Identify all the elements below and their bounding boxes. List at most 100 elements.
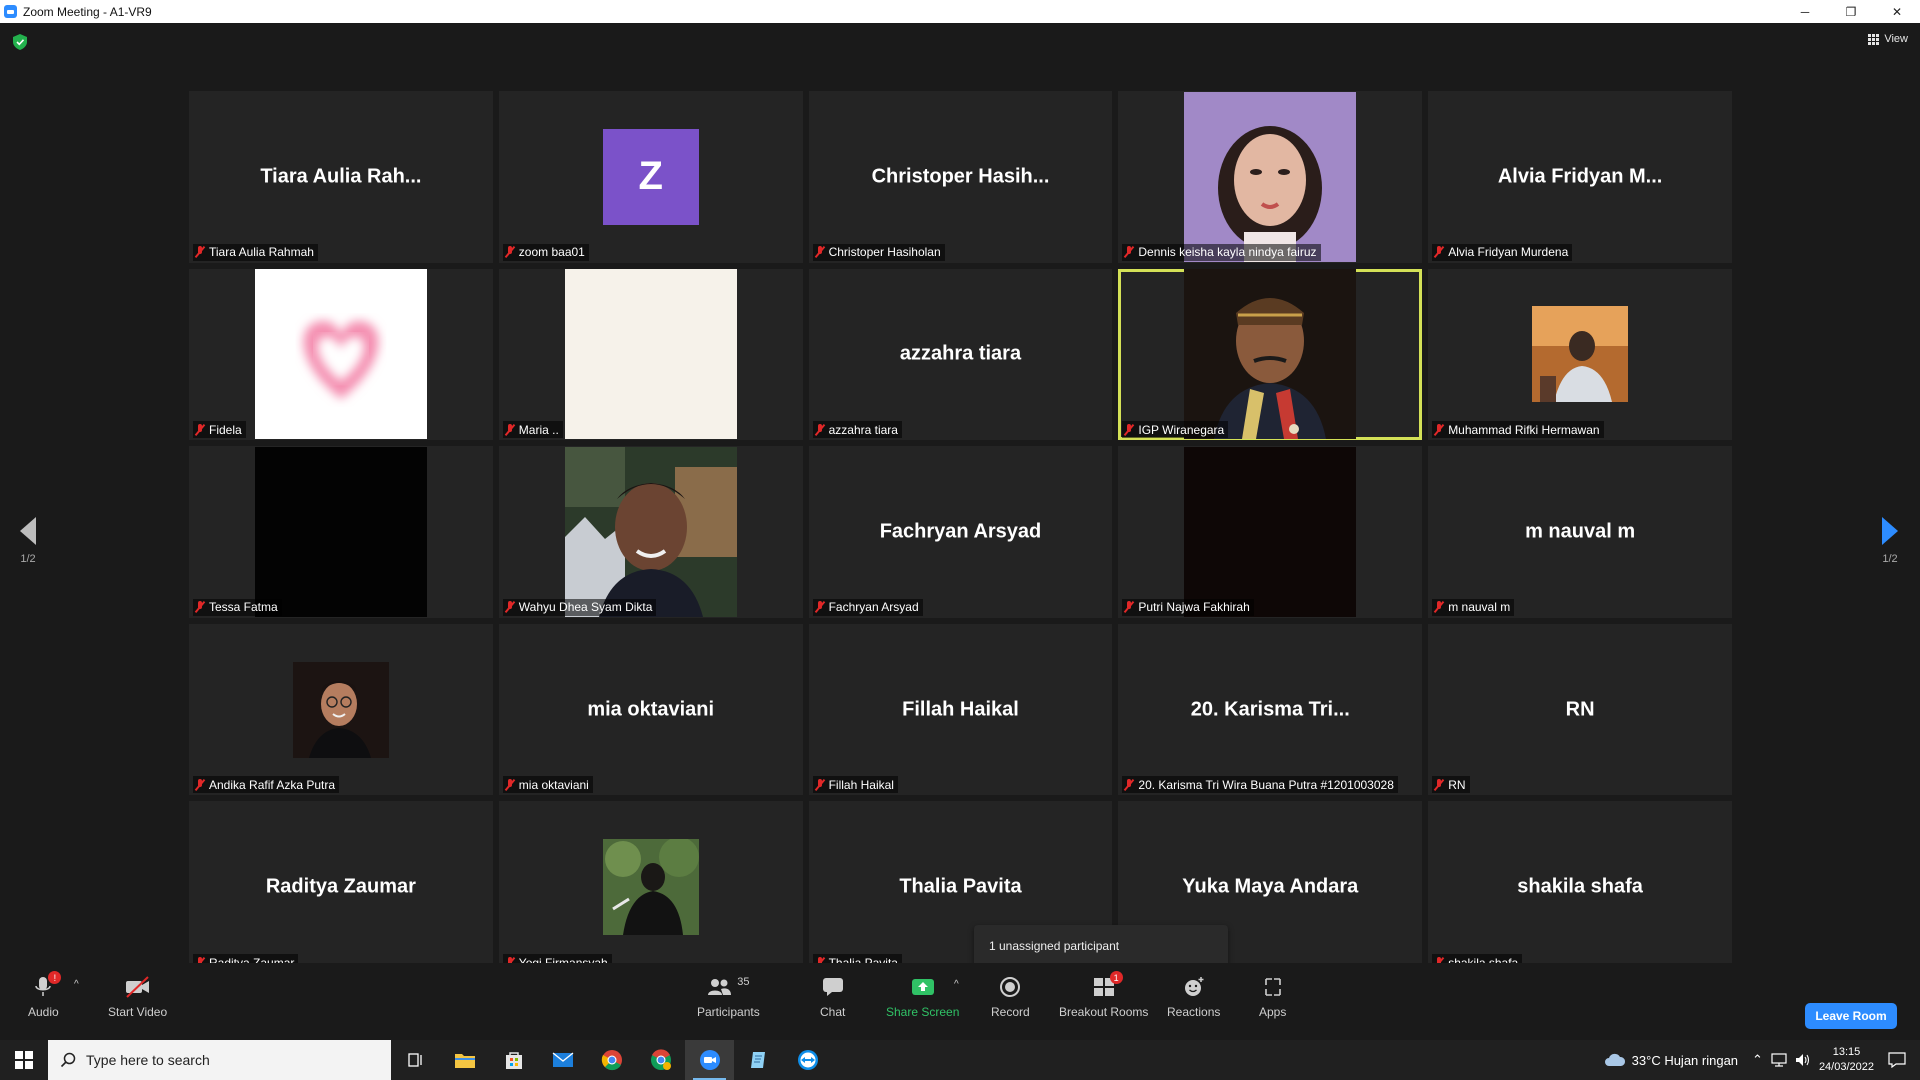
notifications-icon[interactable] [1888, 1052, 1906, 1068]
participant-tile[interactable]: Christoper Hasih... Christoper Hasiholan [808, 91, 1113, 263]
volume-icon[interactable] [1795, 1053, 1811, 1067]
participant-tile[interactable]: Dennis keisha kayla nindya fairuz [1118, 91, 1423, 263]
participant-name: Dennis keisha kayla nindya fairuz [1138, 245, 1317, 260]
participant-display-name: Raditya Zaumar [265, 875, 416, 898]
mail-app[interactable] [538, 1040, 587, 1080]
taskbar-clock[interactable]: 13:15 24/03/2022 [1819, 1045, 1874, 1075]
start-video-button[interactable]: Start Video [108, 973, 167, 1019]
participant-name: Fillah Haikal [828, 777, 894, 792]
file-explorer-app[interactable] [440, 1040, 489, 1080]
mic-muted-icon [1434, 778, 1444, 791]
participant-tile[interactable]: Maria .. [498, 268, 803, 441]
encryption-shield-icon[interactable] [13, 34, 27, 50]
close-button[interactable]: ✕ [1874, 0, 1920, 23]
clock-time: 13:15 [1832, 1046, 1861, 1058]
notepad-app[interactable] [734, 1040, 783, 1080]
participant-tile[interactable]: Fillah Haikal Fillah Haikal [808, 623, 1113, 796]
mic-muted-icon [1124, 601, 1134, 613]
audio-label: Audio [28, 1005, 59, 1019]
view-button[interactable]: View [1868, 33, 1908, 45]
participant-tile[interactable]: Tiara Aulia Rah... Tiara Aulia Rahmah [189, 91, 493, 263]
share-screen-icon [911, 979, 934, 995]
network-icon[interactable] [1771, 1053, 1787, 1067]
share-screen-button[interactable]: Share Screen [886, 973, 959, 1019]
participant-tile[interactable]: Yogi Firmansyah [498, 801, 803, 973]
mic-muted-icon [505, 601, 515, 613]
participant-display-name: mia oktaviani [587, 698, 715, 721]
participant-tile[interactable]: Tessa Fatma [189, 446, 493, 618]
participant-tile[interactable]: Muhammad Rifki Hermawan [1428, 268, 1732, 441]
participant-tile[interactable]: Raditya ZaumarRaditya Zaumar [189, 801, 493, 973]
participant-photo [292, 661, 389, 758]
mic-muted-icon [195, 246, 205, 258]
chat-button[interactable]: Chat [820, 973, 845, 1019]
chrome-app[interactable] [587, 1040, 636, 1080]
participant-tile[interactable]: shakila shafashakila shafa [1428, 801, 1732, 973]
reactions-button[interactable]: Reactions [1167, 973, 1220, 1019]
participant-tile[interactable]: RN RN [1428, 623, 1732, 796]
participant-tile[interactable]: Fidela [189, 268, 493, 441]
participant-tile[interactable]: mia oktaviani mia oktaviani [498, 623, 803, 796]
notepad-icon [750, 1052, 765, 1068]
show-hidden-icons-icon[interactable]: ⌃ [1752, 1052, 1763, 1068]
participant-tile[interactable]: Wahyu Dhea Syam Dikta [498, 446, 803, 618]
apps-button[interactable]: Apps [1259, 973, 1286, 1019]
next-page-button[interactable]: 1/2 [1875, 517, 1905, 565]
windows-taskbar: Type here to search 33°C Hujan ringan ⌃ … [0, 1040, 1920, 1080]
teamviewer-app[interactable] [783, 1040, 832, 1080]
participant-display-name: Fachryan Arsyad [879, 520, 1042, 543]
restore-button[interactable]: ❐ [1828, 0, 1874, 23]
participant-display-name: Yuka Maya Andara [1182, 875, 1359, 898]
start-button[interactable] [0, 1040, 48, 1080]
apps-icon [1264, 978, 1281, 996]
mic-muted-icon [1124, 423, 1134, 436]
participant-name-label: Putri Najwa Fakhirah [1122, 598, 1254, 616]
participant-tile[interactable]: 20. Karisma Tri... 20. Karisma Tri Wira B… [1118, 623, 1423, 796]
participant-tile[interactable]: azzahra tiara azzahra tiara [808, 268, 1113, 441]
record-label: Record [991, 1005, 1030, 1019]
participant-photo [1184, 91, 1357, 262]
previous-page-button[interactable]: 1/2 [13, 517, 43, 565]
mic-muted-icon [1434, 246, 1444, 258]
taskbar-search-box[interactable]: Type here to search [48, 1040, 391, 1080]
audio-button[interactable]: ! Audio [28, 971, 62, 1019]
participant-name: Muhammad Rifki Hermawan [1448, 422, 1600, 437]
audio-options-caret[interactable]: ^ [74, 979, 79, 990]
participant-tile[interactable]: Alvia Fridyan M... Alvia Fridyan Murdena [1428, 91, 1732, 263]
participant-name: Christoper Hasiholan [828, 245, 941, 260]
participant-name-label: Christoper Hasiholan [812, 243, 945, 261]
participant-tile[interactable]: Zzoom baa01 [498, 91, 803, 263]
participant-tile[interactable]: IGP Wiranegara [1118, 268, 1423, 441]
participant-tile[interactable]: Andika Rafif Azka Putra [189, 623, 493, 796]
teamviewer-icon [797, 1050, 818, 1070]
participants-button[interactable]: 35 Participants [697, 973, 760, 1019]
participant-photo [1184, 269, 1357, 440]
breakout-rooms-button[interactable]: 1 Breakout Rooms [1059, 971, 1148, 1019]
participant-photo [564, 446, 737, 617]
participant-tile[interactable]: m nauval m m nauval m [1428, 446, 1732, 618]
mic-muted-icon [505, 246, 515, 258]
participant-tile[interactable]: Fachryan Arsyad Fachryan Arsyad [808, 446, 1113, 618]
breakout-rooms-badge: 1 [1109, 971, 1123, 984]
participant-name-label: Wahyu Dhea Syam Dikta [502, 598, 657, 616]
mail-icon [552, 1052, 573, 1067]
mic-muted-icon [815, 778, 825, 791]
participant-tile[interactable]: Putri Najwa Fakhirah [1118, 446, 1423, 618]
zoom-app-icon [4, 5, 17, 18]
share-options-caret[interactable]: ^ [954, 979, 959, 990]
participant-name-label: Fidela [193, 421, 246, 439]
zoom-taskbar-app[interactable] [685, 1040, 734, 1080]
participant-name-label: Alvia Fridyan Murdena [1432, 243, 1573, 261]
minimize-button[interactable]: ─ [1782, 0, 1828, 23]
participant-name-label: Andika Rafif Azka Putra [193, 776, 340, 794]
grid-icon [1868, 33, 1880, 45]
chrome-profile-app[interactable] [636, 1040, 685, 1080]
mic-muted-icon [815, 601, 825, 613]
record-button[interactable]: Record [991, 973, 1030, 1019]
leave-room-button[interactable]: Leave Room [1805, 1003, 1897, 1029]
weather-text[interactable]: 33°C Hujan ringan [1632, 1053, 1738, 1068]
task-view-button[interactable] [391, 1040, 440, 1080]
store-app[interactable] [489, 1040, 538, 1080]
video-off-icon [125, 976, 149, 998]
participant-name-label: m nauval m [1432, 598, 1515, 616]
